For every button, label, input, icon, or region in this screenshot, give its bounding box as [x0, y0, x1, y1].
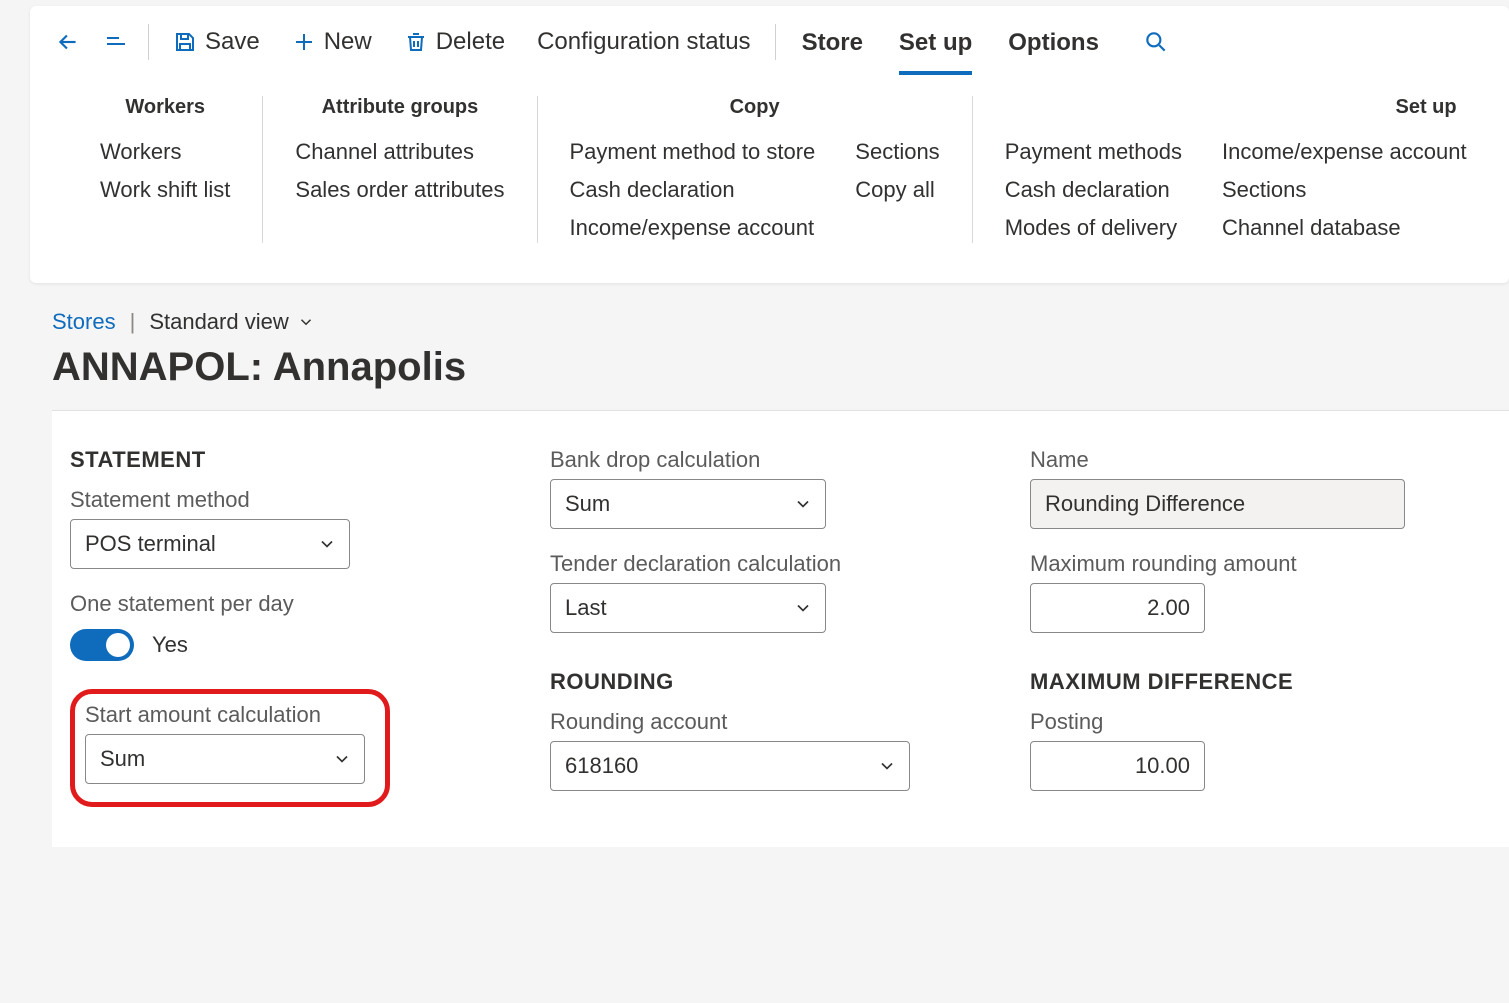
chevron-down-icon	[317, 534, 337, 554]
ribbon-link-cash-declaration[interactable]: Cash declaration	[570, 175, 816, 205]
section-head-statement: Statement	[70, 447, 530, 473]
ribbon-link-work-shift-list[interactable]: Work shift list	[100, 175, 230, 205]
ribbon-group-workers: Workers Workers Work shift list	[70, 96, 263, 243]
config-status-label: Configuration status	[537, 28, 750, 56]
input-value: Rounding Difference	[1045, 491, 1245, 517]
search-button[interactable]	[1119, 29, 1193, 55]
list-icon[interactable]	[94, 20, 138, 64]
config-status-button[interactable]: Configuration status	[523, 20, 764, 64]
ribbon-head: Set up	[1005, 96, 1467, 119]
input-posting[interactable]: 10.00	[1030, 741, 1205, 791]
delete-label: Delete	[436, 28, 505, 56]
ribbon-link-sections2[interactable]: Sections	[1222, 175, 1467, 205]
select-value: 618160	[565, 753, 638, 779]
delete-button[interactable]: Delete	[390, 20, 519, 64]
ribbon-group-copy: Copy Payment method to store Cash declar…	[538, 96, 973, 243]
tab-setup[interactable]: Set up	[883, 9, 988, 75]
ribbon-head: Copy	[570, 96, 940, 119]
form-card: Statement Statement method POS terminal …	[52, 410, 1509, 847]
separator	[148, 24, 149, 60]
label-posting: Posting	[1030, 709, 1450, 735]
ribbon-link-modes-of-delivery[interactable]: Modes of delivery	[1005, 213, 1182, 243]
new-label: New	[324, 28, 372, 56]
tab-store[interactable]: Store	[786, 9, 879, 75]
form-col-right: Name Rounding Difference Maximum roundin…	[1030, 447, 1450, 807]
highlight-start-amount: Start amount calculation Sum	[70, 689, 390, 807]
save-button[interactable]: Save	[159, 20, 274, 64]
select-start-amount-calculation[interactable]: Sum	[85, 734, 365, 784]
select-value: Sum	[100, 746, 145, 772]
input-name: Rounding Difference	[1030, 479, 1405, 529]
input-value: 10.00	[1135, 753, 1190, 779]
ribbon-group-setup: Set up Payment methods Cash declaration …	[973, 96, 1499, 243]
new-button[interactable]: New	[278, 20, 386, 64]
ribbon-panel: Workers Workers Work shift list Attribut…	[30, 78, 1509, 283]
ribbon-link-payment-method-to-store[interactable]: Payment method to store	[570, 137, 816, 167]
page-header: Stores | Standard view ANNAPOL: Annapoli…	[0, 283, 1509, 400]
ribbon-group-attribute-groups: Attribute groups Channel attributes Sale…	[263, 96, 537, 243]
tab-options[interactable]: Options	[992, 9, 1115, 75]
label-bank-drop: Bank drop calculation	[550, 447, 1010, 473]
form-col-statement: Statement Statement method POS terminal …	[70, 447, 530, 807]
select-value: Sum	[565, 491, 610, 517]
ribbon-head: Attribute groups	[295, 96, 504, 119]
form-col-middle: Bank drop calculation Sum Tender declara…	[550, 447, 1010, 807]
breadcrumb-link-stores[interactable]: Stores	[52, 309, 116, 335]
label-max-rounding-amount: Maximum rounding amount	[1030, 551, 1450, 577]
label-statement-method: Statement method	[70, 487, 530, 513]
select-rounding-account[interactable]: 618160	[550, 741, 910, 791]
chevron-down-icon	[793, 494, 813, 514]
ribbon-link-sections[interactable]: Sections	[855, 137, 939, 167]
label-one-statement-per-day: One statement per day	[70, 591, 530, 617]
ribbon-link-income-expense-account2[interactable]: Income/expense account	[1222, 137, 1467, 167]
select-value: Last	[565, 595, 607, 621]
breadcrumb: Stores | Standard view	[52, 309, 1509, 335]
chevron-down-icon	[297, 313, 315, 331]
ribbon-link-sales-order-attributes[interactable]: Sales order attributes	[295, 175, 504, 205]
chevron-down-icon	[332, 749, 352, 769]
toggle-value: Yes	[152, 632, 188, 658]
ribbon-link-income-expense-account[interactable]: Income/expense account	[570, 213, 816, 243]
back-button[interactable]	[46, 20, 90, 64]
ribbon-link-workers[interactable]: Workers	[100, 137, 230, 167]
label-name: Name	[1030, 447, 1450, 473]
save-label: Save	[205, 28, 260, 56]
ribbon-link-channel-database[interactable]: Channel database	[1222, 213, 1467, 243]
view-selector[interactable]: Standard view	[149, 309, 314, 335]
ribbon-link-copy-all[interactable]: Copy all	[855, 175, 939, 205]
chevron-down-icon	[877, 756, 897, 776]
ribbon-link-channel-attributes[interactable]: Channel attributes	[295, 137, 504, 167]
toolbar: Save New Delete Configuration status Sto…	[30, 6, 1509, 78]
label-rounding-account: Rounding account	[550, 709, 1010, 735]
chevron-down-icon	[793, 598, 813, 618]
select-value: POS terminal	[85, 531, 216, 557]
toggle-one-statement-per-day[interactable]	[70, 629, 134, 661]
ribbon-link-cash-declaration2[interactable]: Cash declaration	[1005, 175, 1182, 205]
select-statement-method[interactable]: POS terminal	[70, 519, 350, 569]
label-tender-declaration: Tender declaration calculation	[550, 551, 1010, 577]
breadcrumb-separator: |	[130, 309, 136, 335]
input-value: 2.00	[1147, 595, 1190, 621]
ribbon-link-payment-methods[interactable]: Payment methods	[1005, 137, 1182, 167]
section-head-max-diff: Maximum Difference	[1030, 669, 1450, 695]
section-head-rounding: Rounding	[550, 669, 1010, 695]
input-max-rounding-amount[interactable]: 2.00	[1030, 583, 1205, 633]
ribbon-head: Workers	[100, 96, 230, 119]
separator	[775, 24, 776, 60]
page-title: ANNAPOL: Annapolis	[52, 345, 1509, 390]
select-bank-drop[interactable]: Sum	[550, 479, 826, 529]
view-label: Standard view	[149, 309, 288, 335]
select-tender-declaration[interactable]: Last	[550, 583, 826, 633]
label-start-amount-calculation: Start amount calculation	[85, 702, 371, 728]
action-pane: Save New Delete Configuration status Sto…	[30, 6, 1509, 283]
